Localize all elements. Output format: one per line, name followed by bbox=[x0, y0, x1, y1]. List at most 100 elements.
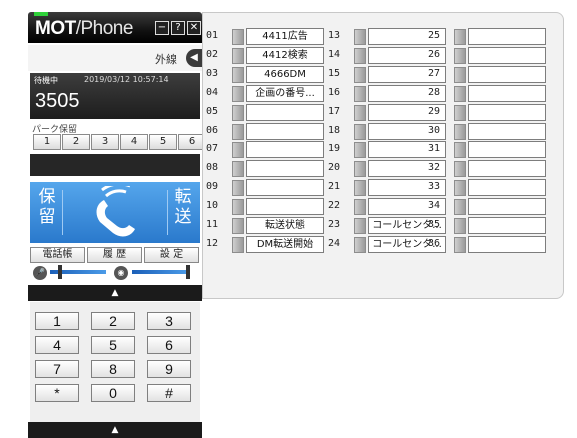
park-slot-1[interactable]: 1 bbox=[33, 134, 61, 150]
line-number: 19 bbox=[328, 143, 341, 155]
key-0[interactable]: 0 bbox=[91, 384, 135, 402]
minimize-button[interactable]: − bbox=[155, 21, 169, 35]
line-button[interactable] bbox=[246, 179, 324, 197]
line-key-33: 33 bbox=[428, 179, 548, 197]
line-led-icon bbox=[454, 85, 466, 102]
line-button[interactable] bbox=[468, 28, 546, 45]
line-button[interactable] bbox=[468, 235, 546, 253]
line-number: 02 bbox=[206, 48, 219, 60]
line-number: 11 bbox=[206, 219, 219, 230]
line-key-12: 12 DM転送開始 bbox=[206, 235, 326, 253]
status-led bbox=[34, 12, 48, 16]
line-number: 18 bbox=[328, 124, 341, 136]
line-key-panel: 01 4411広告 02 4412検索 03 4666DM 04 企画の番号... 05 06 07… bbox=[202, 12, 564, 299]
key-star[interactable]: * bbox=[35, 384, 79, 402]
keypad-collapse-bar[interactable]: ▲ bbox=[28, 422, 202, 438]
line-led-icon bbox=[454, 218, 466, 234]
line-led-icon bbox=[454, 47, 466, 64]
line-key-29: 29 bbox=[428, 103, 548, 121]
line-button[interactable] bbox=[246, 122, 324, 140]
line-button[interactable] bbox=[246, 160, 324, 178]
function-tabs: 電話帳 履 歴 設 定 bbox=[30, 247, 199, 263]
line-number: 06 bbox=[206, 124, 219, 136]
speaker-volume-slider[interactable] bbox=[132, 270, 188, 274]
line-led-icon bbox=[232, 47, 244, 64]
line-key-27: 27 bbox=[428, 65, 548, 83]
park-slot-4[interactable]: 4 bbox=[120, 134, 148, 150]
tab-settings[interactable]: 設 定 bbox=[144, 247, 199, 263]
line-number: 07 bbox=[206, 143, 219, 155]
line-button[interactable]: 4412検索 bbox=[246, 46, 324, 64]
line-button[interactable] bbox=[246, 141, 324, 159]
line-button[interactable]: DM転送開始 bbox=[246, 235, 324, 253]
line-button[interactable] bbox=[468, 160, 546, 178]
tab-history[interactable]: 履 歴 bbox=[87, 247, 142, 263]
key-2[interactable]: 2 bbox=[91, 312, 135, 330]
key-hash[interactable]: # bbox=[147, 384, 191, 402]
line-led-icon bbox=[354, 180, 366, 197]
line-button[interactable] bbox=[468, 65, 546, 83]
line-key-02: 02 4412検索 bbox=[206, 46, 326, 64]
line-button[interactable] bbox=[468, 141, 546, 159]
line-button[interactable]: 4666DM bbox=[246, 65, 324, 83]
help-button[interactable]: ? bbox=[171, 21, 185, 35]
line-number: 21 bbox=[328, 181, 341, 193]
key-1[interactable]: 1 bbox=[35, 312, 79, 330]
line-button[interactable]: 4411広告 bbox=[246, 28, 324, 45]
line-button[interactable] bbox=[468, 103, 546, 121]
key-3[interactable]: 3 bbox=[147, 312, 191, 330]
line-led-icon bbox=[232, 218, 244, 234]
line-led-icon bbox=[354, 29, 366, 45]
line-number: 28 bbox=[428, 86, 441, 98]
line-led-icon bbox=[354, 142, 366, 159]
line-button[interactable] bbox=[468, 198, 546, 216]
close-button[interactable]: ✕ bbox=[187, 21, 201, 35]
line-key-30: 30 bbox=[428, 122, 548, 140]
key-5[interactable]: 5 bbox=[91, 336, 135, 354]
line-key-05: 05 bbox=[206, 103, 326, 121]
line-button[interactable] bbox=[468, 84, 546, 102]
line-key-11: 11 転送状態 bbox=[206, 217, 326, 234]
line-key-36: 36 bbox=[428, 235, 548, 253]
line-button[interactable] bbox=[468, 122, 546, 140]
mic-icon: 🎤 bbox=[33, 266, 47, 280]
line-button[interactable] bbox=[246, 103, 324, 121]
line-button[interactable] bbox=[468, 46, 546, 64]
line-led-icon bbox=[454, 66, 466, 83]
line-number: 26 bbox=[428, 48, 441, 60]
key-4[interactable]: 4 bbox=[35, 336, 79, 354]
keypad-toggle-bar[interactable]: ▲ bbox=[28, 285, 202, 301]
line-key-31: 31 bbox=[428, 141, 548, 159]
volume-row: 🎤 ◉ bbox=[30, 264, 200, 282]
line-number: 14 bbox=[328, 48, 341, 60]
line-button[interactable]: 転送状態 bbox=[246, 217, 324, 234]
park-slot-5[interactable]: 5 bbox=[149, 134, 177, 150]
line-led-icon bbox=[454, 236, 466, 253]
line-led-icon bbox=[454, 123, 466, 140]
key-8[interactable]: 8 bbox=[91, 360, 135, 378]
line-led-icon bbox=[232, 123, 244, 140]
line-led-icon bbox=[354, 123, 366, 140]
park-slot-2[interactable]: 2 bbox=[62, 134, 90, 150]
line-button[interactable] bbox=[246, 198, 324, 216]
tab-phonebook[interactable]: 電話帳 bbox=[30, 247, 85, 263]
key-7[interactable]: 7 bbox=[35, 360, 79, 378]
call-handset-icon[interactable] bbox=[84, 186, 146, 238]
park-slot-3[interactable]: 3 bbox=[91, 134, 119, 150]
line-button[interactable]: 企画の番号... bbox=[246, 84, 324, 102]
transfer-button[interactable]: 転 送 bbox=[172, 187, 194, 227]
key-6[interactable]: 6 bbox=[147, 336, 191, 354]
line-button[interactable] bbox=[468, 179, 546, 197]
mic-volume-handle[interactable] bbox=[58, 265, 62, 279]
key-9[interactable]: 9 bbox=[147, 360, 191, 378]
line-led-icon bbox=[354, 85, 366, 102]
line-key-06: 06 bbox=[206, 122, 326, 140]
speaker-volume-handle[interactable] bbox=[186, 265, 190, 279]
line-number: 10 bbox=[206, 200, 219, 212]
collapse-arrow-icon[interactable]: ◀ bbox=[186, 49, 202, 67]
line-key-25: 25 bbox=[428, 28, 548, 45]
line-number: 27 bbox=[428, 67, 441, 79]
line-button[interactable] bbox=[468, 217, 546, 234]
hold-button[interactable]: 保 留 bbox=[36, 187, 58, 227]
line-key-35: 35 bbox=[428, 217, 548, 234]
